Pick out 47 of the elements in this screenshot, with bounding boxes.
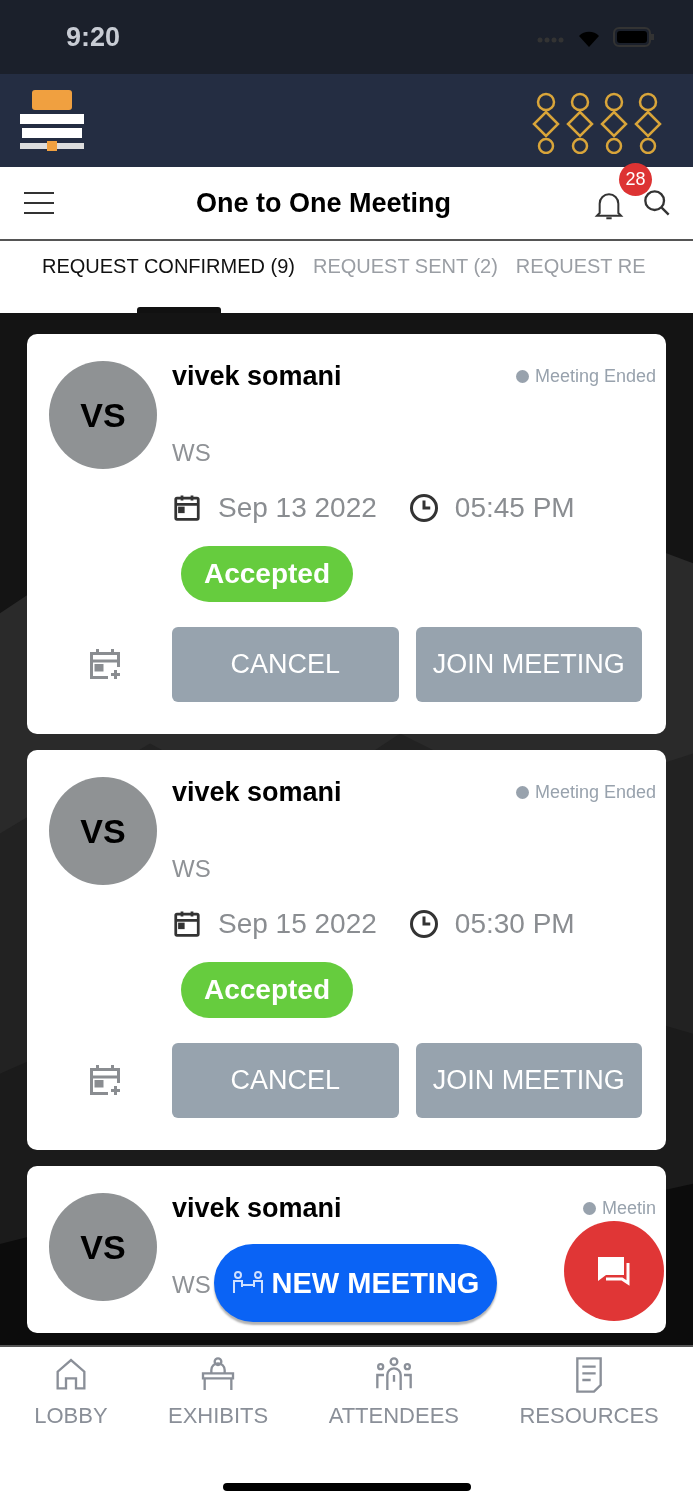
menu-icon[interactable] xyxy=(24,191,54,215)
nav-item[interactable]: ATTENDEES xyxy=(328,1355,460,1429)
calendar-icon xyxy=(172,493,202,523)
attendee-name: vivek somani xyxy=(172,361,342,392)
avatar: VS xyxy=(49,1193,157,1301)
meeting-time: 05:30 PM xyxy=(454,908,575,940)
meeting-date: Sep 15 2022 xyxy=(218,908,377,940)
avatar: VS xyxy=(49,777,157,885)
battery-icon xyxy=(613,26,655,48)
company-name: WS xyxy=(172,1271,211,1299)
company-name: WS xyxy=(172,439,211,467)
new-meeting-button[interactable]: NEW MEETING xyxy=(214,1244,497,1322)
page-title: One to One Meeting xyxy=(195,187,452,219)
nav-item[interactable]: EXHIBITS xyxy=(168,1355,269,1429)
tab[interactable]: REQUEST RE xyxy=(515,241,646,313)
nav-item[interactable]: RESOURCES xyxy=(519,1355,659,1429)
avatar: VS xyxy=(49,361,157,469)
status-badge: Accepted xyxy=(181,962,354,1018)
status-dot-icon xyxy=(515,786,529,799)
cancel-button[interactable]: CANCEL xyxy=(172,1043,399,1118)
clock-icon xyxy=(408,493,439,523)
tab[interactable]: REQUEST CONFIRMED (9) xyxy=(42,241,295,313)
add-calendar-icon[interactable] xyxy=(87,646,123,682)
add-calendar-icon[interactable] xyxy=(87,1062,123,1098)
notification-badge: 28 xyxy=(619,163,652,196)
meeting-status: Meetin xyxy=(601,1198,656,1219)
calendar-icon xyxy=(172,909,202,939)
company-name: WS xyxy=(172,855,211,883)
cancel-button[interactable]: CANCEL xyxy=(172,627,399,702)
search-icon[interactable] xyxy=(643,189,671,217)
join-button[interactable]: JOIN MEETING xyxy=(415,1043,642,1118)
meeting-icon xyxy=(231,1271,264,1295)
chat-icon xyxy=(596,1255,632,1287)
meeting-date: Sep 13 2022 xyxy=(218,492,377,524)
status-dot-icon xyxy=(515,370,529,383)
meeting-time: 05:45 PM xyxy=(454,492,575,524)
status-time: 9:20 xyxy=(66,21,121,53)
status-badge: Accepted xyxy=(181,546,354,602)
attendee-name: vivek somani xyxy=(172,777,342,808)
meeting-status: Meeting Ended xyxy=(534,366,656,387)
clock-icon xyxy=(408,909,439,939)
tab[interactable]: REQUEST SENT (2) xyxy=(313,241,498,313)
meeting-status: Meeting Ended xyxy=(534,782,656,803)
status-dot-icon xyxy=(582,1202,596,1215)
attendee-name: vivek somani xyxy=(172,1193,342,1224)
join-button[interactable]: JOIN MEETING xyxy=(415,627,642,702)
nav-item[interactable]: LOBBY xyxy=(34,1355,108,1429)
